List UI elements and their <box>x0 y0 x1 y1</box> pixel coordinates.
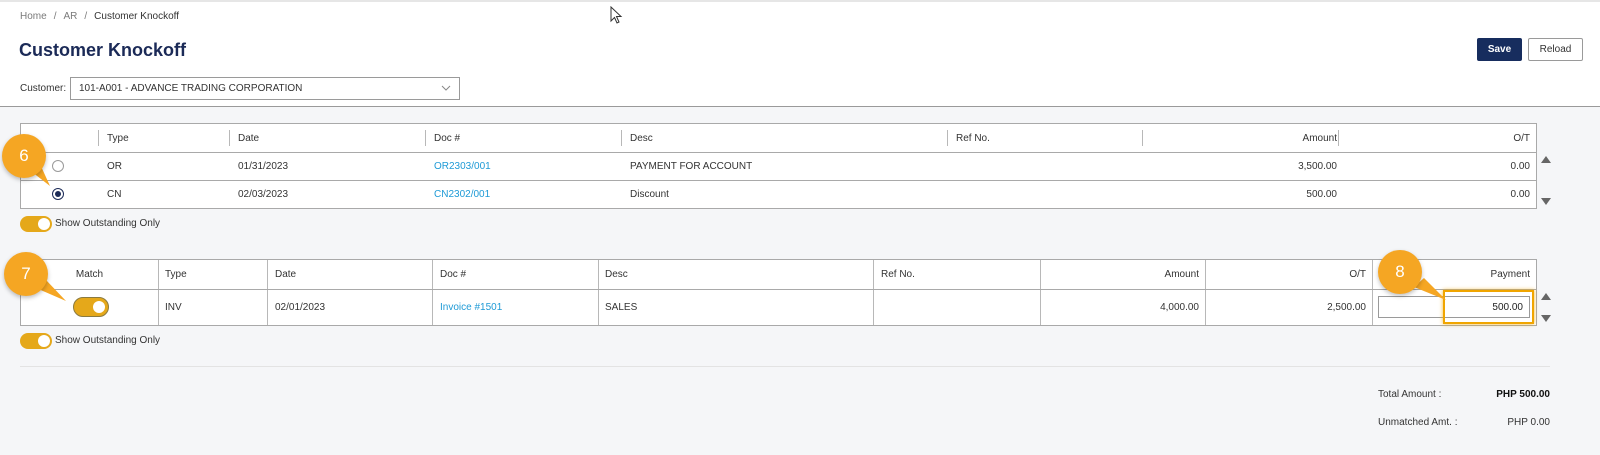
callout-badge-8: 8 <box>1378 250 1422 294</box>
callout-pointers <box>32 164 1446 301</box>
callout-badge-6: 6 <box>2 134 46 178</box>
callout-badge-7: 7 <box>4 252 48 296</box>
